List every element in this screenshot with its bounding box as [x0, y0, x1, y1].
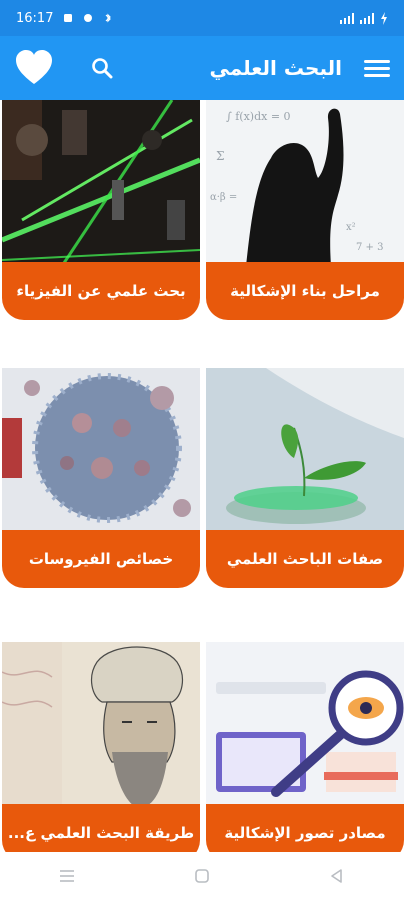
- notification-icon: [64, 14, 73, 22]
- recent-apps-icon: [60, 870, 75, 882]
- topic-card[interactable]: خصائص الفيروسات: [2, 368, 200, 590]
- back-icon: [330, 869, 342, 883]
- search-button[interactable]: [88, 54, 116, 82]
- topics-grid: ∫ f(x)dx = 0 Σ α·β = x² 7 + 3 مراحل بناء…: [0, 100, 404, 852]
- card-thumbnail: [2, 368, 200, 534]
- card-label: خصائص الفيروسات: [2, 530, 200, 588]
- svg-text:7 + 3: 7 + 3: [356, 242, 383, 253]
- svg-text:x²: x²: [346, 222, 356, 233]
- recent-apps-button[interactable]: [55, 864, 79, 888]
- topic-card[interactable]: بحث علمي عن الفيزياء: [2, 100, 200, 322]
- favorites-button[interactable]: [14, 48, 54, 88]
- app-bar-title-area: البحث العلمي: [209, 55, 390, 81]
- virus-particles-image: [2, 368, 200, 534]
- signal-icon: [360, 12, 374, 24]
- heart-icon: [16, 50, 52, 84]
- page-title: البحث العلمي: [209, 56, 342, 80]
- app-bar-actions: [14, 48, 116, 88]
- topic-card[interactable]: ∫ f(x)dx = 0 Σ α·β = x² 7 + 3 مراحل بناء…: [206, 100, 404, 322]
- system-nav-bar: [0, 852, 404, 900]
- status-left: 16:17: [16, 11, 113, 26]
- status-bar: 16:17: [0, 0, 404, 36]
- menu-button[interactable]: [364, 55, 390, 81]
- green-laser-lab-image: [2, 100, 200, 266]
- silhouette-writing-on-board-image: ∫ f(x)dx = 0 Σ α·β = x² 7 + 3: [206, 100, 404, 266]
- card-thumbnail: [2, 100, 200, 266]
- bluetooth-icon: [106, 13, 112, 23]
- home-icon: [195, 869, 209, 883]
- notification-icon: [84, 14, 93, 22]
- svg-text:α·β =: α·β =: [210, 192, 237, 203]
- card-label: مصادر تصور الإشكالية: [206, 804, 404, 852]
- hamburger-icon: [364, 59, 390, 63]
- svg-text:∫ f(x)dx = 0: ∫ f(x)dx = 0: [226, 110, 291, 123]
- topic-card[interactable]: طريقة البحث العلمي ع...: [2, 642, 200, 852]
- scholar-portrait-image: [2, 642, 200, 808]
- sprout-in-petri-dish-image: [206, 368, 404, 534]
- hamburger-icon-line: [364, 73, 390, 77]
- svg-text:Σ: Σ: [216, 149, 224, 163]
- card-label: مراحل بناء الإشكالية: [206, 262, 404, 320]
- battery-charging-icon: [381, 11, 387, 25]
- signal-icon: [340, 12, 354, 24]
- topic-card[interactable]: مصادر تصور الإشكالية: [206, 642, 404, 852]
- back-button[interactable]: [325, 864, 349, 888]
- magnifier-over-laptop-image: [206, 642, 404, 808]
- card-label: طريقة البحث العلمي ع...: [2, 804, 200, 852]
- card-thumbnail: [206, 642, 404, 808]
- card-label: صفات الباحث العلمي: [206, 530, 404, 588]
- card-thumbnail: [206, 368, 404, 534]
- app-bar: البحث العلمي: [0, 36, 404, 100]
- hamburger-icon-line: [364, 66, 390, 70]
- status-time: 16:17: [16, 10, 54, 26]
- card-thumbnail: ∫ f(x)dx = 0 Σ α·β = x² 7 + 3: [206, 100, 404, 266]
- search-icon: [92, 58, 113, 79]
- status-right: [340, 11, 388, 25]
- home-button[interactable]: [190, 864, 214, 888]
- topic-card[interactable]: صفات الباحث العلمي: [206, 368, 404, 590]
- card-thumbnail: [2, 642, 200, 808]
- card-label: بحث علمي عن الفيزياء: [2, 262, 200, 320]
